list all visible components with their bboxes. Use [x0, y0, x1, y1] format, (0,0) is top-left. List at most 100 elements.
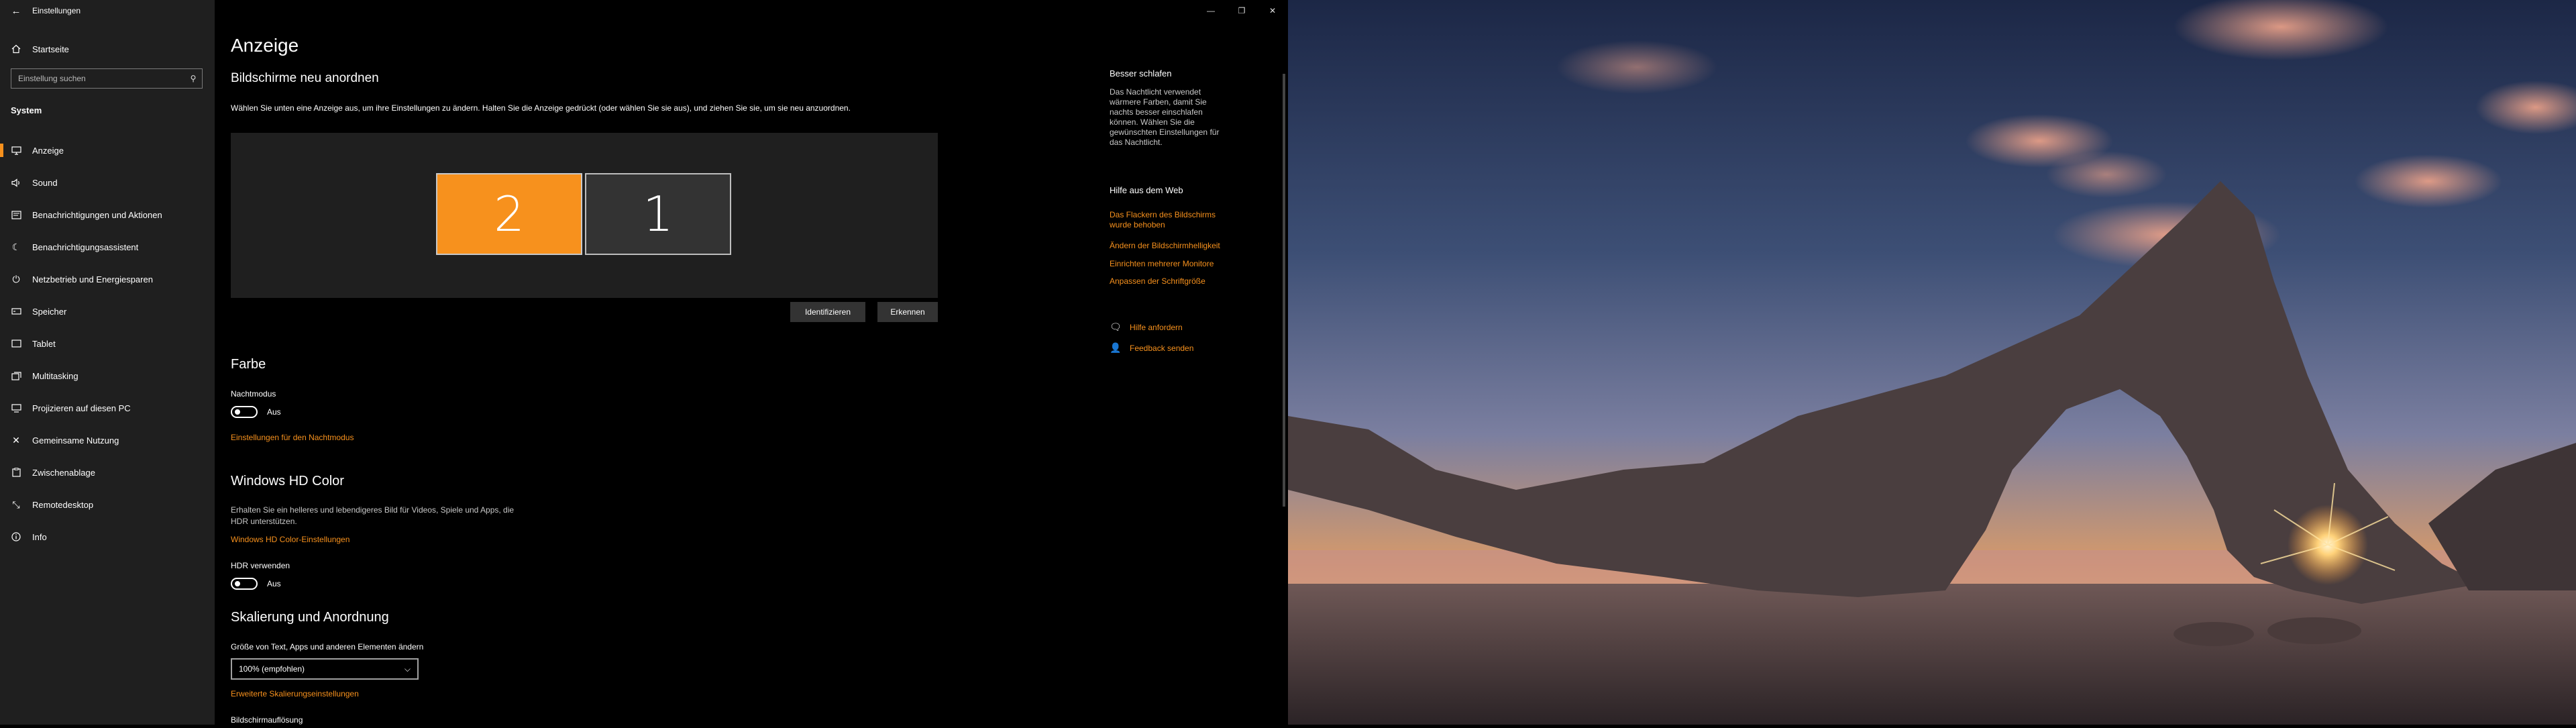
- search-box[interactable]: ⚲: [11, 68, 203, 89]
- tablet-icon: [0, 340, 32, 348]
- chevron-down-icon: ⌵: [404, 664, 411, 674]
- search-icon: ⚲: [190, 74, 197, 83]
- sidebar-item-home[interactable]: Startseite: [0, 38, 215, 60]
- multitasking-icon: [0, 371, 32, 380]
- sidebar-item-label: Anzeige: [32, 145, 64, 156]
- rail-web-link[interactable]: Ändern der Bildschirmhelligkeit: [1110, 241, 1230, 251]
- advanced-scaling-link[interactable]: Erweiterte Skalierungseinstellungen: [231, 689, 359, 698]
- sidebar-item-benachrichtigungen[interactable]: Benachrichtigungen und Aktionen: [0, 199, 215, 231]
- settings-window: ← Einstellungen Startseite ⚲ System Anze…: [0, 0, 1288, 725]
- sidebar-item-label: Projizieren auf diesen PC: [32, 403, 131, 413]
- maximize-button[interactable]: ❐: [1226, 0, 1257, 21]
- monitor-icon: [0, 146, 32, 155]
- sidebar-item-label: Tablet: [32, 338, 56, 349]
- hdr-toggle-row: Aus: [231, 578, 281, 590]
- rail-web-link[interactable]: Anpassen der Schriftgröße: [1110, 276, 1230, 287]
- window-title: Einstellungen: [32, 6, 81, 15]
- scale-dropdown-value: 100% (empfohlen): [239, 664, 305, 674]
- speaker-icon: [0, 178, 32, 187]
- sidebar-item-label: Sound: [32, 177, 58, 188]
- hdr-toggle[interactable]: [231, 578, 258, 590]
- clipboard-icon: [0, 468, 32, 477]
- hdr-settings-link[interactable]: Windows HD Color-Einstellungen: [231, 535, 350, 544]
- night-mode-state: Aus: [267, 407, 281, 417]
- get-help-link[interactable]: 🗨 Hilfe anfordern: [1110, 321, 1183, 333]
- sidebar-item-benachrichtigungsassistent[interactable]: ☾ Benachrichtigungsassistent: [0, 231, 215, 263]
- night-mode-settings-link[interactable]: Einstellungen für den Nachtmodus: [231, 433, 354, 442]
- sidebar: ← Einstellungen Startseite ⚲ System Anze…: [0, 0, 215, 725]
- info-icon: [0, 532, 32, 541]
- window-controls: — ❐ ✕: [1195, 0, 1288, 21]
- wallpaper-image: [1288, 0, 2576, 725]
- page-title: Anzeige: [231, 35, 299, 56]
- scale-size-label: Größe von Text, Apps und anderen Element…: [231, 642, 424, 652]
- notification-icon: [0, 210, 32, 219]
- night-mode-toggle[interactable]: [231, 406, 258, 418]
- help-chat-icon: 🗨: [1110, 321, 1122, 332]
- get-help-label: Hilfe anfordern: [1130, 322, 1183, 332]
- sidebar-item-sound[interactable]: Sound: [0, 166, 215, 199]
- arrange-heading: Bildschirme neu anordnen: [231, 71, 379, 85]
- feedback-label: Feedback senden: [1130, 343, 1194, 353]
- resolution-label: Bildschirmauflösung: [231, 715, 303, 725]
- arrange-description: Wählen Sie unten eine Anzeige aus, um ih…: [231, 103, 851, 113]
- search-input[interactable]: [11, 73, 184, 84]
- hdr-heading: Windows HD Color: [231, 474, 344, 488]
- sidebar-item-zwischenablage[interactable]: Zwischenablage: [0, 456, 215, 488]
- home-label: Startseite: [32, 44, 69, 54]
- sidebar-item-label: Remotedesktop: [32, 499, 94, 510]
- scrollbar[interactable]: [1283, 74, 1285, 507]
- sidebar-item-label: Netzbetrieb und Energiesparen: [32, 274, 153, 284]
- title-bar: ← Einstellungen: [0, 0, 215, 21]
- identify-button[interactable]: Identifizieren: [790, 302, 865, 322]
- hdr-label: HDR verwenden: [231, 561, 290, 570]
- sidebar-item-speicher[interactable]: Speicher: [0, 295, 215, 327]
- power-icon: ⏻: [12, 273, 20, 284]
- remote-desktop-icon: ⤡: [12, 499, 20, 510]
- monitor-2[interactable]: 2: [436, 173, 582, 255]
- sidebar-item-anzeige[interactable]: Anzeige: [0, 134, 215, 166]
- hdr-description: Erhalten Sie ein helleres und lebendiger…: [231, 505, 515, 526]
- monitor-1[interactable]: 1: [585, 173, 731, 255]
- project-icon: [0, 403, 32, 413]
- storage-icon: [0, 308, 32, 315]
- detect-button[interactable]: Erkennen: [877, 302, 938, 322]
- sidebar-item-label: Benachrichtigungsassistent: [32, 242, 139, 252]
- sidebar-item-label: Speicher: [32, 306, 67, 317]
- moon-icon: ☾: [11, 241, 21, 252]
- nav-list: Anzeige Sound Benachrichtigungen und Akt…: [0, 134, 215, 553]
- sidebar-item-remotedesktop[interactable]: ⤡ Remotedesktop: [0, 488, 215, 521]
- sidebar-item-multitasking[interactable]: Multitasking: [0, 360, 215, 392]
- sidebar-item-info[interactable]: Info: [0, 521, 215, 553]
- feedback-person-icon: 👤: [1110, 342, 1122, 353]
- share-icon: ✕: [12, 434, 20, 446]
- sidebar-item-projizieren[interactable]: Projizieren auf diesen PC: [0, 392, 215, 424]
- sidebar-item-label: Multitasking: [32, 370, 78, 381]
- rail-sleep-text: Das Nachtlicht verwendet wärmere Farben,…: [1110, 87, 1220, 147]
- feedback-link[interactable]: 👤 Feedback senden: [1110, 342, 1193, 354]
- color-heading: Farbe: [231, 357, 266, 372]
- rail-web-link[interactable]: Einrichten mehrerer Monitore: [1110, 259, 1230, 269]
- sidebar-item-label: Info: [32, 531, 47, 542]
- hdr-state: Aus: [267, 579, 281, 588]
- sidebar-item-tablet[interactable]: Tablet: [0, 327, 215, 360]
- section-label: System: [11, 105, 42, 115]
- rail-web-link[interactable]: Das Flackern des Bildschirms wurde behob…: [1110, 210, 1230, 230]
- rail-web-heading: Hilfe aus dem Web: [1110, 185, 1183, 195]
- sidebar-item-label: Benachrichtigungen und Aktionen: [32, 209, 162, 220]
- sidebar-item-label: Gemeinsame Nutzung: [32, 435, 119, 446]
- sidebar-item-gemeinsame-nutzung[interactable]: ✕ Gemeinsame Nutzung: [0, 424, 215, 456]
- close-button[interactable]: ✕: [1257, 0, 1288, 21]
- back-arrow-icon: ←: [11, 5, 21, 17]
- sidebar-item-label: Zwischenablage: [32, 467, 95, 478]
- back-button[interactable]: ←: [0, 0, 32, 21]
- home-icon: [0, 44, 32, 54]
- desktop-wallpaper: [1288, 0, 2576, 725]
- monitor-arrangement[interactable]: 2 1: [231, 133, 938, 298]
- night-mode-label: Nachtmodus: [231, 389, 276, 399]
- scale-dropdown[interactable]: 100% (empfohlen) ⌵: [231, 658, 419, 680]
- sidebar-item-netzbetrieb[interactable]: ⏻ Netzbetrieb und Energiesparen: [0, 263, 215, 295]
- rail-sleep-heading: Besser schlafen: [1110, 68, 1172, 79]
- minimize-button[interactable]: —: [1195, 0, 1226, 21]
- night-mode-toggle-row: Aus: [231, 406, 281, 418]
